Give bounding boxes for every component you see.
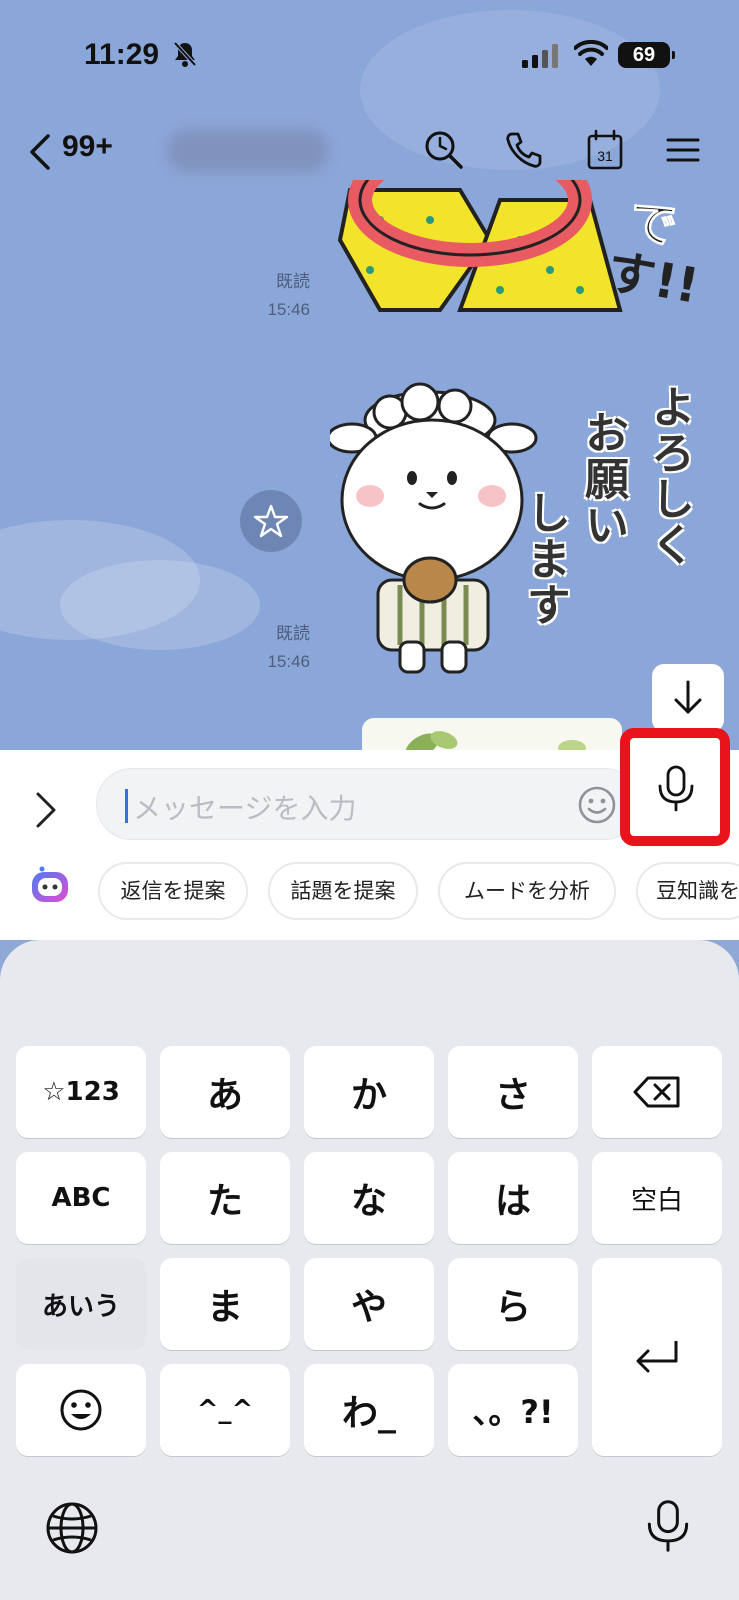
wifi-icon (574, 40, 608, 66)
trivia-chip[interactable]: 豆知識を (636, 862, 739, 920)
menu-icon[interactable] (662, 128, 706, 172)
chevron-right-icon[interactable] (30, 790, 60, 830)
key-punctuation[interactable]: 、。?! (448, 1364, 578, 1456)
return-key[interactable] (592, 1258, 722, 1456)
key-ta[interactable]: た (160, 1152, 290, 1244)
back-chevron-icon[interactable] (26, 132, 56, 172)
contact-name-blurred (168, 130, 328, 172)
message-read-status: 既読 15:46 (250, 620, 310, 676)
text-caret (125, 789, 128, 823)
leaf-decoration (405, 731, 586, 750)
key-na[interactable]: な (304, 1152, 434, 1244)
arrow-down-icon (674, 680, 702, 714)
unread-count[interactable]: 99+ (62, 130, 113, 164)
suggest-reply-chip[interactable]: 返信を提案 (98, 862, 248, 920)
ai-assistant-icon[interactable] (28, 866, 72, 906)
key-wa[interactable]: わ_ (304, 1364, 434, 1456)
message-read-status: 既読 15:46 (250, 268, 310, 324)
key-kaomoji[interactable]: ^_^ (160, 1364, 290, 1456)
sticker-caption: お願い (577, 410, 628, 548)
search-icon[interactable] (422, 128, 466, 172)
calendar-icon[interactable]: 31 (584, 128, 628, 172)
japanese-flick-keyboard: ☆123 あ か さ ABC た な は 空白 あいう ま や ら ^_^ わ_… (0, 940, 739, 1600)
key-sa[interactable]: さ (448, 1046, 578, 1138)
backspace-icon (633, 1076, 680, 1108)
delete-key[interactable] (592, 1046, 722, 1138)
message-time: 15:46 (267, 300, 310, 319)
bell-muted-icon (173, 41, 197, 67)
voice-input-button[interactable] (620, 728, 730, 846)
phone-icon[interactable] (502, 128, 546, 172)
message-input-bar: メッセージを入力 返信を提案 話題を提案 ムードを分析 豆知識を (0, 728, 739, 940)
read-label: 既読 (276, 272, 310, 291)
space-key[interactable]: 空白 (592, 1152, 722, 1244)
suggest-topic-chip[interactable]: 話題を提案 (268, 862, 418, 920)
key-ma[interactable]: ま (160, 1258, 290, 1350)
key-a[interactable]: あ (160, 1046, 290, 1138)
status-bar: 11:29 69 (0, 0, 739, 110)
svg-text:31: 31 (597, 148, 613, 164)
message-input-placeholder: メッセージを入力 (133, 792, 357, 825)
analyze-mood-chip[interactable]: ムードを分析 (438, 862, 616, 920)
emoji-key[interactable] (16, 1364, 146, 1456)
key-symbols-123[interactable]: ☆123 (16, 1046, 146, 1138)
next-sticker-preview (362, 718, 622, 750)
return-icon (636, 1341, 678, 1373)
sticker-girl-swim-ring[interactable]: で す!! (320, 180, 700, 330)
key-kana-mode[interactable]: あいう (16, 1258, 146, 1350)
status-time: 11:29 (84, 38, 160, 71)
message-input[interactable]: メッセージを入力 (96, 768, 640, 840)
chat-header: 99+ 31 (0, 110, 739, 190)
favorite-sticker-button[interactable] (240, 490, 302, 552)
key-ha[interactable]: は (448, 1152, 578, 1244)
scroll-to-bottom-button[interactable] (652, 664, 724, 732)
emoji-icon (60, 1389, 102, 1431)
background-cloud (60, 560, 260, 650)
dictation-microphone-icon[interactable] (640, 1498, 696, 1554)
globe-icon[interactable] (44, 1500, 100, 1556)
microphone-icon (658, 765, 694, 812)
signal-icon (522, 44, 558, 68)
key-abc[interactable]: ABC (16, 1152, 146, 1244)
key-ra[interactable]: ら (448, 1258, 578, 1350)
star-icon (253, 504, 289, 538)
read-label: 既読 (276, 624, 310, 643)
message-time: 15:46 (267, 652, 310, 671)
emoji-icon[interactable] (577, 785, 617, 825)
battery-indicator: 69 (618, 42, 675, 68)
key-ya[interactable]: や (304, 1258, 434, 1350)
sticker-caption: よろしく (643, 384, 694, 568)
key-ka[interactable]: か (304, 1046, 434, 1138)
sticker-caption: します (519, 490, 570, 628)
chat-area: 11:29 69 99+ 31 で す!! 既読 15:46 よろしく お願い … (0, 0, 739, 750)
